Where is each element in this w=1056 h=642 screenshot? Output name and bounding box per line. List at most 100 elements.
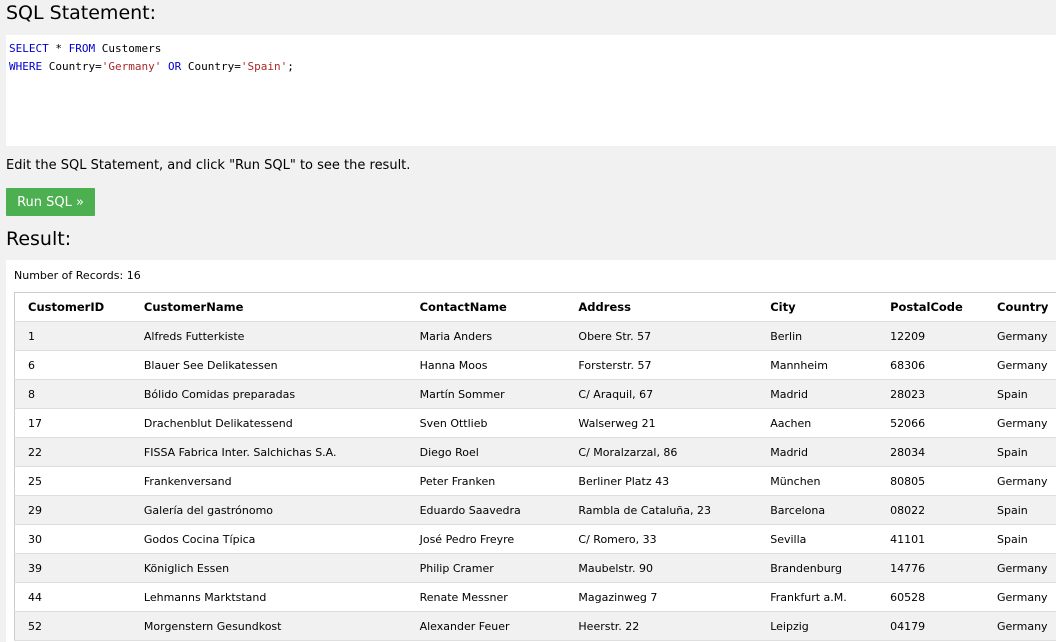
table-row: 25 Frankenversand Peter Franken Berliner Pl…	[14, 466, 1056, 496]
sql-text: *	[48, 42, 69, 55]
table-cell: Mannheim	[757, 350, 878, 380]
sql-statement-heading: SQL Statement:	[6, 2, 157, 24]
table-cell: Spain	[984, 379, 1056, 409]
table-row: 22 FISSA Fabrica Inter. Salchichas S.A. Di…	[14, 437, 1056, 467]
table-cell: 41101	[877, 524, 984, 554]
table-cell: 80805	[877, 466, 984, 496]
table-cell: Magazinweg 7	[565, 582, 758, 612]
table-cell: Godos Cocina Típica	[130, 524, 407, 554]
table-cell: Obere Str. 57	[565, 321, 758, 351]
table-cell: Berlin	[757, 321, 878, 351]
table-cell: 04179	[877, 611, 984, 641]
table-cell: 17	[14, 408, 131, 438]
table-cell: Morgenstern Gesundkost	[130, 611, 407, 641]
table-cell: Lehmanns Marktstand	[130, 582, 407, 612]
table-cell: Philip Cramer	[406, 553, 566, 583]
table-cell: Spain	[984, 437, 1056, 467]
sql-keyword: OR	[167, 60, 182, 73]
table-row: 1 Alfreds Futterkiste Maria Anders Obere St…	[14, 321, 1056, 351]
result-panel: Number of Records: 16 CustomerID Custome…	[6, 260, 1056, 642]
column-header: PostalCode	[877, 292, 984, 322]
result-table: CustomerID CustomerName ContactName Addr…	[14, 292, 1056, 641]
table-cell: Forsterstr. 57	[565, 350, 758, 380]
column-header: ContactName	[406, 292, 566, 322]
table-cell: 52	[14, 611, 131, 641]
table-cell: Hanna Moos	[406, 350, 566, 380]
table-cell: Walserweg 21	[565, 408, 758, 438]
table-cell: Rambla de Cataluña, 23	[565, 495, 758, 525]
run-sql-button[interactable]: Run SQL »	[6, 188, 95, 216]
table-cell: Martín Sommer	[406, 379, 566, 409]
table-header-row: CustomerID CustomerName ContactName Addr…	[14, 292, 1056, 322]
sql-text: Customers	[95, 42, 162, 55]
column-header: Address	[565, 292, 758, 322]
table-cell: 6	[14, 350, 131, 380]
table-cell: Germany	[984, 611, 1056, 641]
column-header: Country	[984, 292, 1056, 322]
sql-keyword: FROM	[68, 42, 96, 55]
table-cell: Germany	[984, 466, 1056, 496]
table-row: 8 Bólido Comidas preparadas Martín Sommer C…	[14, 379, 1056, 409]
table-row: 6 Blauer See Delikatessen Hanna Moos Forste…	[14, 350, 1056, 380]
table-cell: Blauer See Delikatessen	[130, 350, 407, 380]
table-cell: Renate Messner	[406, 582, 566, 612]
record-count: Number of Records: 16	[14, 269, 141, 282]
table-cell: Heerstr. 22	[565, 611, 758, 641]
table-cell: FISSA Fabrica Inter. Salchichas S.A.	[130, 437, 407, 467]
table-cell: Germany	[984, 553, 1056, 583]
table-cell: 39	[14, 553, 131, 583]
table-cell: Maria Anders	[406, 321, 566, 351]
sql-string: 'Germany'	[101, 60, 162, 73]
table-cell: C/ Araquil, 67	[565, 379, 758, 409]
table-cell: 28023	[877, 379, 984, 409]
table-cell: Brandenburg	[757, 553, 878, 583]
table-cell: Leipzig	[757, 611, 878, 641]
table-cell: 68306	[877, 350, 984, 380]
result-heading: Result:	[6, 228, 72, 250]
table-cell: Berliner Platz 43	[565, 466, 758, 496]
table-row: 52 Morgenstern Gesundkost Alexander Feuer H…	[14, 611, 1056, 641]
table-row: 30 Godos Cocina Típica José Pedro Freyre C/…	[14, 524, 1056, 554]
table-cell: Diego Roel	[406, 437, 566, 467]
table-cell: Spain	[984, 495, 1056, 525]
sql-string: 'Spain'	[240, 60, 288, 73]
table-cell: Maubelstr. 90	[565, 553, 758, 583]
table-cell: Germany	[984, 350, 1056, 380]
table-cell: Spain	[984, 524, 1056, 554]
instruction-text: Edit the SQL Statement, and click "Run S…	[6, 158, 411, 173]
table-cell: Königlich Essen	[130, 553, 407, 583]
sql-text: ;	[287, 60, 294, 73]
table-row: 17 Drachenblut Delikatessend Sven Ottlieb W…	[14, 408, 1056, 438]
table-cell: 52066	[877, 408, 984, 438]
table-cell: Frankfurt a.M.	[757, 582, 878, 612]
sql-line-1: SELECT * FROM Customers	[9, 40, 1053, 58]
table-cell: Germany	[984, 582, 1056, 612]
table-cell: Bólido Comidas preparadas	[130, 379, 407, 409]
table-cell: Drachenblut Delikatessend	[130, 408, 407, 438]
table-cell: Barcelona	[757, 495, 878, 525]
sql-text: Country=	[181, 60, 241, 73]
table-cell: München	[757, 466, 878, 496]
table-cell: 14776	[877, 553, 984, 583]
sql-keyword: WHERE	[9, 60, 43, 73]
table-cell: Alexander Feuer	[406, 611, 566, 641]
table-cell: 44	[14, 582, 131, 612]
table-cell: Madrid	[757, 379, 878, 409]
table-cell: 08022	[877, 495, 984, 525]
sql-editor[interactable]: SELECT * FROM Customers WHERE Country= 'G…	[6, 35, 1056, 146]
table-cell: 60528	[877, 582, 984, 612]
column-header: CustomerName	[130, 292, 407, 322]
table-cell: Galería del gastrónomo	[130, 495, 407, 525]
column-header: City	[757, 292, 878, 322]
table-cell: C/ Romero, 33	[565, 524, 758, 554]
table-cell: Sven Ottlieb	[406, 408, 566, 438]
table-cell: Madrid	[757, 437, 878, 467]
sql-line-2: WHERE Country='Germany' OR Country='Spai…	[9, 58, 1053, 76]
table-cell: 22	[14, 437, 131, 467]
table-row: 44 Lehmanns Marktstand Renate Messner Magaz…	[14, 582, 1056, 612]
table-cell: 25	[14, 466, 131, 496]
sql-keyword: SELECT	[9, 42, 49, 55]
table-cell: José Pedro Freyre	[406, 524, 566, 554]
table-row: 29 Galería del gastrónomo Eduardo Saavedra…	[14, 495, 1056, 525]
